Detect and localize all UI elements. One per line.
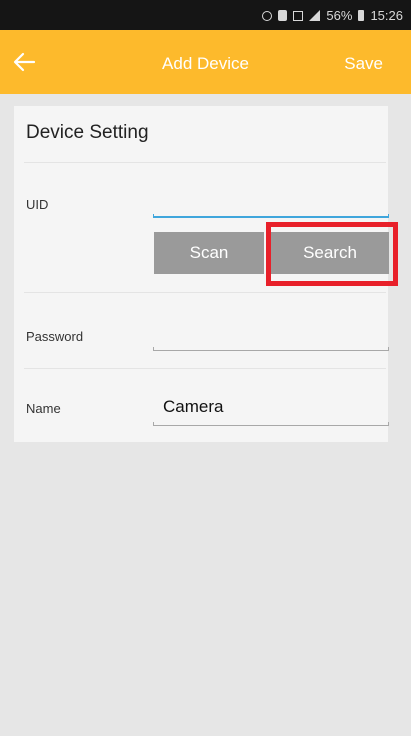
app-bar: Add Device Save bbox=[0, 30, 411, 94]
status-bar: 56% 15:26 bbox=[0, 0, 411, 30]
password-label: Password bbox=[26, 329, 84, 344]
section-title: Device Setting bbox=[26, 122, 149, 143]
signal-icon bbox=[309, 10, 321, 21]
name-underline bbox=[153, 422, 389, 426]
alarm-icon bbox=[262, 10, 273, 21]
clock: 15:26 bbox=[370, 8, 403, 23]
name-label: Name bbox=[26, 401, 61, 416]
battery-saver-icon bbox=[278, 10, 288, 21]
password-underline bbox=[153, 347, 389, 351]
uid-underline bbox=[153, 214, 389, 218]
battery-icon bbox=[358, 10, 365, 21]
search-highlight-box bbox=[266, 222, 398, 286]
save-button[interactable]: Save bbox=[344, 54, 383, 74]
uid-label: UID bbox=[26, 197, 49, 212]
add-device-screen: 56% 15:26 Add Device Save Device Setting… bbox=[0, 0, 411, 736]
data-icon bbox=[293, 10, 304, 21]
device-setting-card: Device Setting UID Scan Search Password … bbox=[14, 106, 398, 442]
password-input[interactable] bbox=[153, 324, 389, 348]
battery-percent: 56% bbox=[326, 8, 353, 23]
divider bbox=[24, 292, 386, 293]
divider bbox=[24, 162, 386, 163]
scan-button[interactable]: Scan bbox=[154, 232, 264, 274]
name-input[interactable] bbox=[153, 395, 389, 419]
divider bbox=[24, 368, 386, 369]
status-icons: 56% 15:26 bbox=[262, 8, 403, 23]
uid-input[interactable] bbox=[153, 192, 389, 216]
